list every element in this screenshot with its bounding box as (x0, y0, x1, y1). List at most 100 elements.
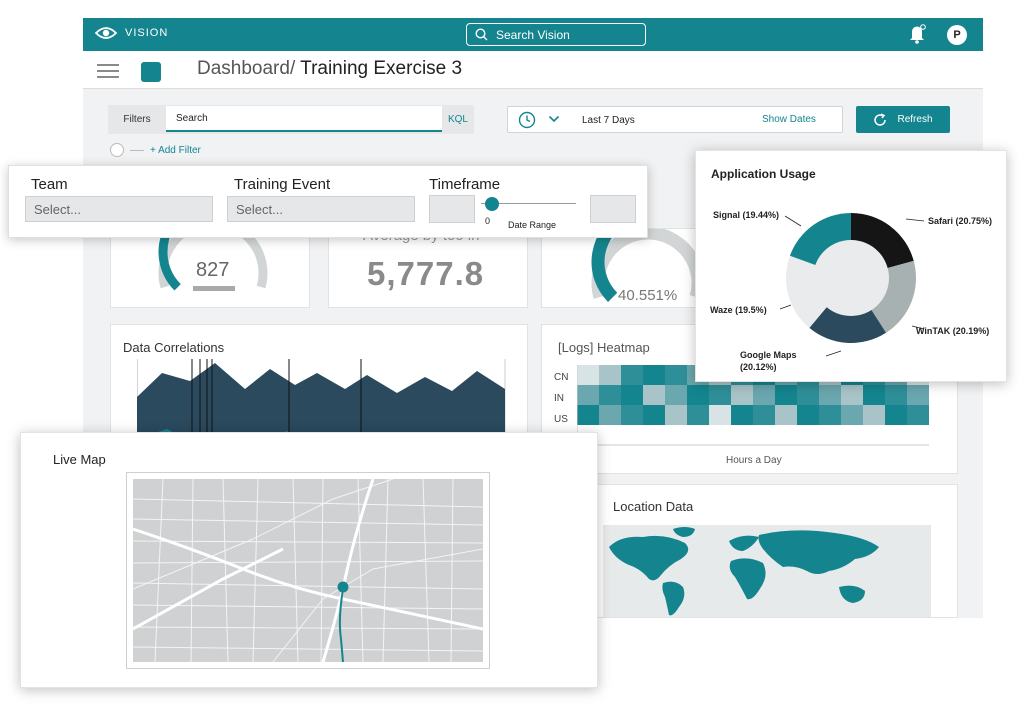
bell-icon[interactable] (909, 24, 927, 44)
heatmap-cell[interactable] (643, 405, 665, 425)
filter-toggle[interactable] (110, 143, 124, 157)
heatmap-cell[interactable] (819, 385, 841, 405)
heatmap-cell[interactable] (643, 365, 665, 385)
clock-icon[interactable] (518, 111, 536, 129)
search-icon (475, 28, 488, 41)
label-safari: Safari (20.75%) (928, 216, 993, 226)
world-map (603, 525, 931, 617)
heatmap-cell[interactable] (621, 385, 643, 405)
heatmap-cell[interactable] (577, 385, 599, 405)
heatmap-cell[interactable] (819, 405, 841, 425)
timeframe-start-input[interactable] (429, 195, 475, 223)
heatmap-cell[interactable] (863, 385, 885, 405)
heatmap-cell[interactable] (599, 405, 621, 425)
filter-bar: Filters Search KQL (108, 105, 474, 134)
add-filter[interactable]: + Add Filter (110, 143, 201, 157)
slider-min-label: 0 (485, 216, 491, 226)
heatmap-cell[interactable] (885, 385, 907, 405)
date-range-label: Date Range (508, 220, 557, 230)
kpi-card-average: Average by too in 5,777.8 (328, 228, 528, 308)
show-dates-link[interactable]: Show Dates (762, 114, 816, 125)
heatmap-cell[interactable] (709, 385, 731, 405)
add-filter-link[interactable]: + Add Filter (150, 145, 201, 156)
filters-label[interactable]: Filters (108, 105, 166, 134)
heatmap-cell[interactable] (907, 405, 929, 425)
brand[interactable]: VISION (95, 26, 168, 40)
timeframe-end-input[interactable] (590, 195, 636, 223)
kql-toggle[interactable]: KQL (442, 105, 474, 134)
heatmap-title: [Logs] Heatmap (558, 340, 650, 355)
heatmap-cell[interactable] (577, 405, 599, 425)
team-label: Team (31, 176, 68, 193)
donut-hole (813, 240, 889, 316)
live-map-title: Live Map (53, 452, 106, 467)
filter-panel: Team Select... Training Event Select... … (8, 165, 648, 238)
heatmap-cell[interactable] (599, 365, 621, 385)
heatmap-cell[interactable] (797, 405, 819, 425)
street-map[interactable] (132, 478, 484, 663)
application-usage-card: Application Usage Signal (19.44%) Safari… (695, 150, 1007, 382)
location-data-title: Location Data (613, 499, 694, 514)
kpi-card-count: 827 (110, 228, 310, 308)
live-map-frame[interactable] (126, 472, 490, 669)
kpi-count-value: 827 (196, 259, 230, 281)
heatmap-cell[interactable] (665, 405, 687, 425)
heatmap-cell[interactable] (753, 405, 775, 425)
label-google-maps: Google Maps (20.12%) (740, 350, 797, 372)
data-correlations-title: Data Correlations (123, 340, 225, 355)
heatmap-row-label: US (554, 414, 568, 425)
heatmap-cell[interactable] (687, 385, 709, 405)
eye-icon (95, 27, 117, 39)
label-signal: Signal (19.44%) (713, 210, 780, 220)
heatmap-row-label: CN (554, 372, 569, 383)
title-bar: Dashboard/ Training Exercise 3 (83, 51, 983, 89)
heatmap-cell[interactable] (709, 405, 731, 425)
label-waze: Waze (19.5%) (710, 305, 767, 315)
filter-search-input[interactable]: Search (166, 106, 442, 132)
heatmap-cell[interactable] (841, 385, 863, 405)
kpi-average-value: 5,777.8 (367, 255, 485, 292)
app-logo (141, 62, 161, 82)
heatmap-cell[interactable] (687, 405, 709, 425)
training-event-select[interactable]: Select... (227, 196, 415, 222)
heatmap-cell[interactable] (731, 385, 753, 405)
timeframe-label: Timeframe (429, 176, 501, 193)
page-title: Training Exercise 3 (295, 58, 463, 79)
heatmap-cell[interactable] (621, 365, 643, 385)
heatmap-cell[interactable] (885, 405, 907, 425)
global-search-input[interactable]: Search Vision (466, 23, 646, 46)
heatmap-cell[interactable] (599, 385, 621, 405)
heatmap-cell[interactable] (731, 405, 753, 425)
menu-icon[interactable] (97, 64, 119, 78)
heatmap-cell[interactable] (577, 365, 599, 385)
heatmap-cell[interactable] (665, 385, 687, 405)
heatmap-cell[interactable] (797, 385, 819, 405)
date-range-picker[interactable]: Last 7 Days Show Dates (507, 106, 843, 133)
heatmap-cell[interactable] (621, 405, 643, 425)
top-bar: VISION Search Vision P (83, 18, 983, 51)
heatmap-cell[interactable] (775, 405, 797, 425)
heatmap-cell[interactable] (907, 385, 929, 405)
refresh-icon (874, 112, 887, 126)
refresh-label: Refresh (897, 114, 933, 125)
heatmap-row-labels: CN IN US (554, 367, 568, 430)
training-event-label: Training Event (234, 176, 331, 193)
date-range-slider-handle[interactable] (485, 197, 499, 211)
refresh-button[interactable]: Refresh (856, 106, 950, 133)
heatmap-cell[interactable] (643, 385, 665, 405)
avatar[interactable]: P (947, 25, 967, 45)
global-search-placeholder: Search Vision (496, 27, 570, 42)
heatmap-cell[interactable] (841, 405, 863, 425)
heatmap-cell[interactable] (863, 405, 885, 425)
team-select[interactable]: Select... (25, 196, 213, 222)
label-wintak: WinTAK (20.19%) (916, 326, 990, 336)
location-pin[interactable] (337, 581, 349, 593)
heatmap-cell[interactable] (775, 385, 797, 405)
breadcrumb: Dashboard/ Training Exercise 3 (197, 58, 462, 80)
date-range-value: Last 7 Days (582, 115, 635, 126)
heatmap-cell[interactable] (665, 365, 687, 385)
chevron-down-icon[interactable] (548, 113, 560, 125)
heatmap-cell[interactable] (753, 385, 775, 405)
heatmap-x-label: Hours a Day (726, 455, 782, 466)
breadcrumb-home[interactable]: Dashboard/ (197, 58, 295, 79)
